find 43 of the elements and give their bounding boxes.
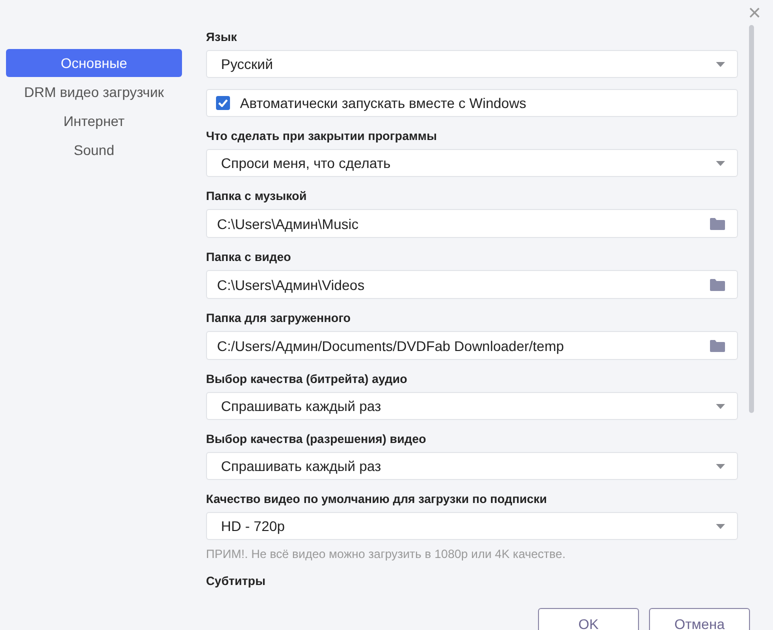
field-label: Папка с видео: [206, 249, 292, 265]
field-label: Качество видео по умолчанию для загрузки по подписки: [206, 491, 548, 507]
dropdown-value: Спроси меня, что сделать: [221, 155, 392, 171]
dropdown[interactable]: Спроси меня, что сделать: [206, 149, 738, 177]
dropdown-caret-icon[interactable]: [716, 404, 725, 408]
dropdown[interactable]: HD - 720p: [206, 512, 738, 540]
field-label: Папка с музыкой: [206, 188, 308, 204]
dropdown-value: Спрашивать каждый раз: [221, 458, 382, 474]
dropdown[interactable]: Спрашивать каждый раз: [206, 392, 738, 420]
folder-path-field[interactable]: C:\Users\Админ\Music: [206, 209, 738, 238]
dropdown-caret-icon[interactable]: [716, 524, 725, 528]
ok-button[interactable]: OK: [538, 608, 639, 630]
field-label: Папка для загруженного: [206, 310, 352, 326]
dropdown-caret-icon[interactable]: [716, 464, 725, 468]
dropdown-value: Спрашивать каждый раз: [221, 398, 382, 414]
checkbox[interactable]: [216, 96, 230, 110]
dropdown-caret-icon[interactable]: [716, 62, 725, 66]
cancel-button[interactable]: Отмена: [649, 608, 750, 630]
field-label: Выбор качества (разрешения) видео: [206, 431, 428, 447]
scrollbar[interactable]: [749, 25, 754, 413]
sidebar-item[interactable]: Sound: [6, 136, 182, 164]
folder-path-field[interactable]: C:/Users/Админ/Documents/DVDFab Downloader/temp: [206, 331, 738, 360]
sidebar-item[interactable]: DRM видео загрузчик: [6, 78, 182, 106]
folder-icon[interactable]: [710, 278, 725, 290]
dropdown-value: Русский: [221, 56, 274, 72]
dropdown-value: HD - 720p: [221, 518, 286, 534]
checkbox-label: Автоматически запускать вместе с Windows: [240, 95, 526, 111]
sidebar-item[interactable]: Основные: [6, 49, 182, 77]
sidebar-item[interactable]: Интернет: [6, 107, 182, 135]
dropdown-caret-icon[interactable]: [716, 160, 725, 166]
dropdown[interactable]: Русский: [206, 50, 738, 78]
folder-icon[interactable]: [710, 340, 725, 352]
folder-path-field[interactable]: C:\Users\Админ\Videos: [206, 270, 738, 299]
path-text: C:/Users/Админ/Documents/DVDFab Downloader/temp: [217, 338, 565, 354]
section-heading: Субтитры: [206, 573, 266, 589]
path-text: C:\Users\Админ\Music: [217, 216, 360, 232]
hint-text: ПРИМ!. Не всё видео можно загрузить в 1080p или 4K качестве.: [206, 546, 567, 562]
field-label: Что сделать при закрытии программы: [206, 128, 438, 144]
path-text: C:\Users\Админ\Videos: [217, 276, 366, 292]
folder-icon[interactable]: [710, 218, 725, 230]
field-label: Выбор качества (битрейта) аудио: [206, 371, 408, 387]
dropdown[interactable]: Спрашивать каждый раз: [206, 452, 738, 480]
field-label: Язык: [206, 29, 238, 45]
